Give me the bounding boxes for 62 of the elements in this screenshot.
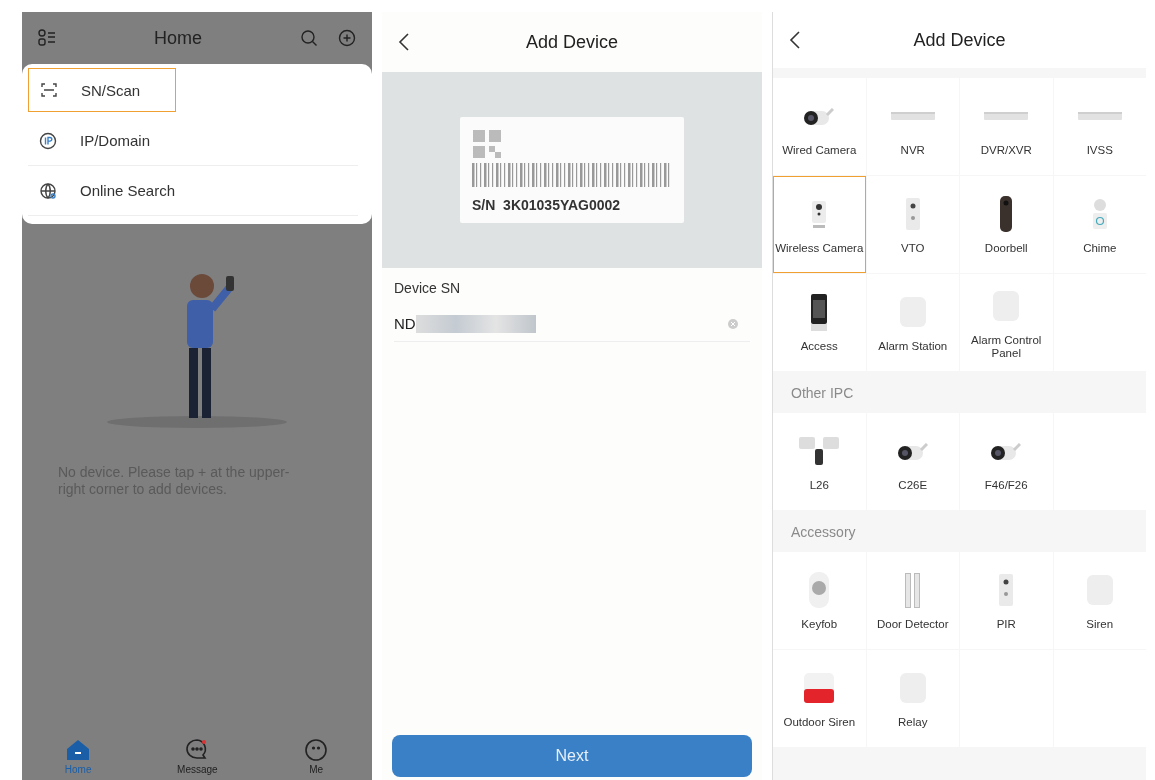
device-tile[interactable]: F46/F26 [960,413,1053,510]
ip-icon [38,130,58,151]
menu-item[interactable]: Online Search [28,166,358,216]
device-tile[interactable]: Relay [866,650,959,747]
device-tile[interactable]: Doorbell [960,176,1053,273]
camera-picture [804,107,835,125]
sensor-strip-picture [905,572,921,608]
barcode-icon [472,163,672,187]
section-title: Accessory [790,523,857,542]
screen-title: Add Device [912,29,1007,51]
field-label: Device SN [393,279,462,296]
device-tile[interactable]: Door Detector [866,552,959,649]
camera-picture [897,442,928,460]
tab[interactable]: Me [297,737,336,776]
section-title: Other IPC [790,384,855,403]
doorbell-picture [1000,196,1013,232]
tab[interactable]: Message [171,737,224,776]
camera-picture [812,200,827,228]
access-panel-picture [811,293,828,331]
serial-input-field[interactable]: ND [394,306,750,342]
device-tile[interactable]: Alarm Control Panel [960,274,1053,371]
device-tile[interactable]: L26 [773,413,866,510]
screen-title: Add Device [524,31,620,53]
scan-icon [39,80,59,100]
camera-picture [991,442,1022,460]
device-tile[interactable]: VTO [866,176,959,273]
device-tile[interactable]: Wired Camera [773,78,866,175]
siren-picture [804,673,835,703]
smiley-icon [303,738,330,762]
device-tile[interactable]: Outdoor Siren [773,650,866,747]
device-tile[interactable]: Alarm Station [866,274,959,371]
next-button[interactable]: Next [392,735,752,777]
keyfob-picture [809,572,830,608]
back-icon[interactable] [398,33,410,51]
floodlight-picture [799,437,840,465]
device-list-icon[interactable] [38,29,56,47]
device-tile[interactable]: DVR/XVR [960,78,1053,175]
back-icon[interactable] [789,31,801,49]
globe-icon [38,180,58,201]
chime-picture [1092,199,1107,229]
add-icon[interactable] [338,29,356,47]
device-tile[interactable]: IVSS [1053,78,1146,175]
device-tile[interactable]: Access [773,274,866,371]
home-icon [65,738,92,762]
device-tile[interactable]: C26E [866,413,959,510]
device-tile[interactable]: Wireless Camera [773,176,866,273]
panel-picture [905,198,920,230]
screen-title: Home [153,27,203,49]
search-icon[interactable] [300,29,318,47]
device-tile[interactable]: PIR [960,552,1053,649]
menu-item[interactable]: SN/Scan [28,68,176,112]
device-tile[interactable]: Siren [1053,552,1146,649]
recorder-picture [1077,112,1122,120]
recorder-picture [984,112,1029,120]
device-tile[interactable]: NVR [866,78,959,175]
recorder-picture [890,112,935,120]
device-tile[interactable]: Keyfob [773,552,866,649]
qr-code-icon [472,129,502,159]
menu-item[interactable]: IP/Domain [28,116,358,166]
panel-picture [999,574,1014,606]
device-tile[interactable]: Chime [1053,176,1146,273]
serial-number: S/N 3K01035YAG0002 [472,197,622,213]
